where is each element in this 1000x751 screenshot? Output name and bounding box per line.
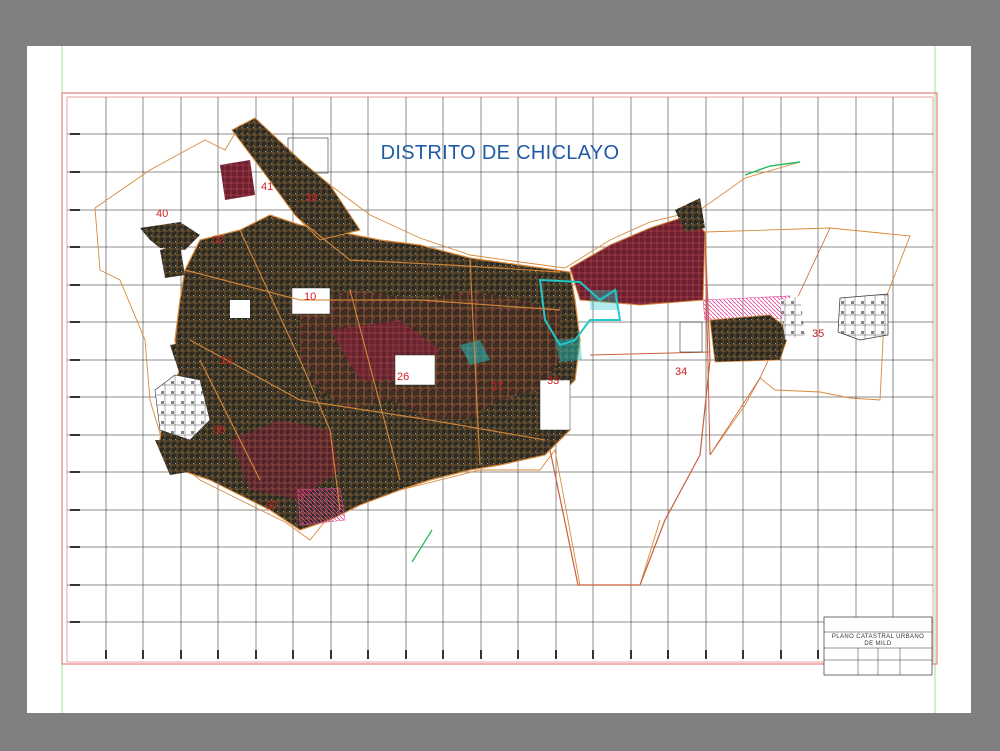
zone-35-block — [837, 293, 889, 341]
zone-label-35: 35 — [812, 328, 825, 340]
map-title: DISTRITO DE CHICLAYO — [380, 142, 620, 164]
zone-label-16: 16 — [220, 355, 233, 367]
zone-label-34: 34 — [675, 366, 688, 378]
title-block-line-1: PLANO CATASTRAL URBANO — [831, 634, 925, 640]
zone-label-02: 02 — [212, 234, 225, 246]
zone-label-26: 26 — [397, 371, 410, 383]
zone-label-37: 37 — [266, 500, 279, 512]
title-block-line-2: DE MILD — [864, 641, 892, 647]
zone-label-40: 40 — [156, 208, 169, 220]
zone-label-10: 10 — [304, 291, 317, 303]
zone-label-38: 38 — [213, 424, 226, 436]
zone-label-41: 41 — [261, 181, 274, 193]
zone-label-39: 39 — [305, 192, 318, 204]
zone-label-33: 33 — [547, 375, 560, 387]
zone-label-27: 27 — [491, 381, 504, 393]
